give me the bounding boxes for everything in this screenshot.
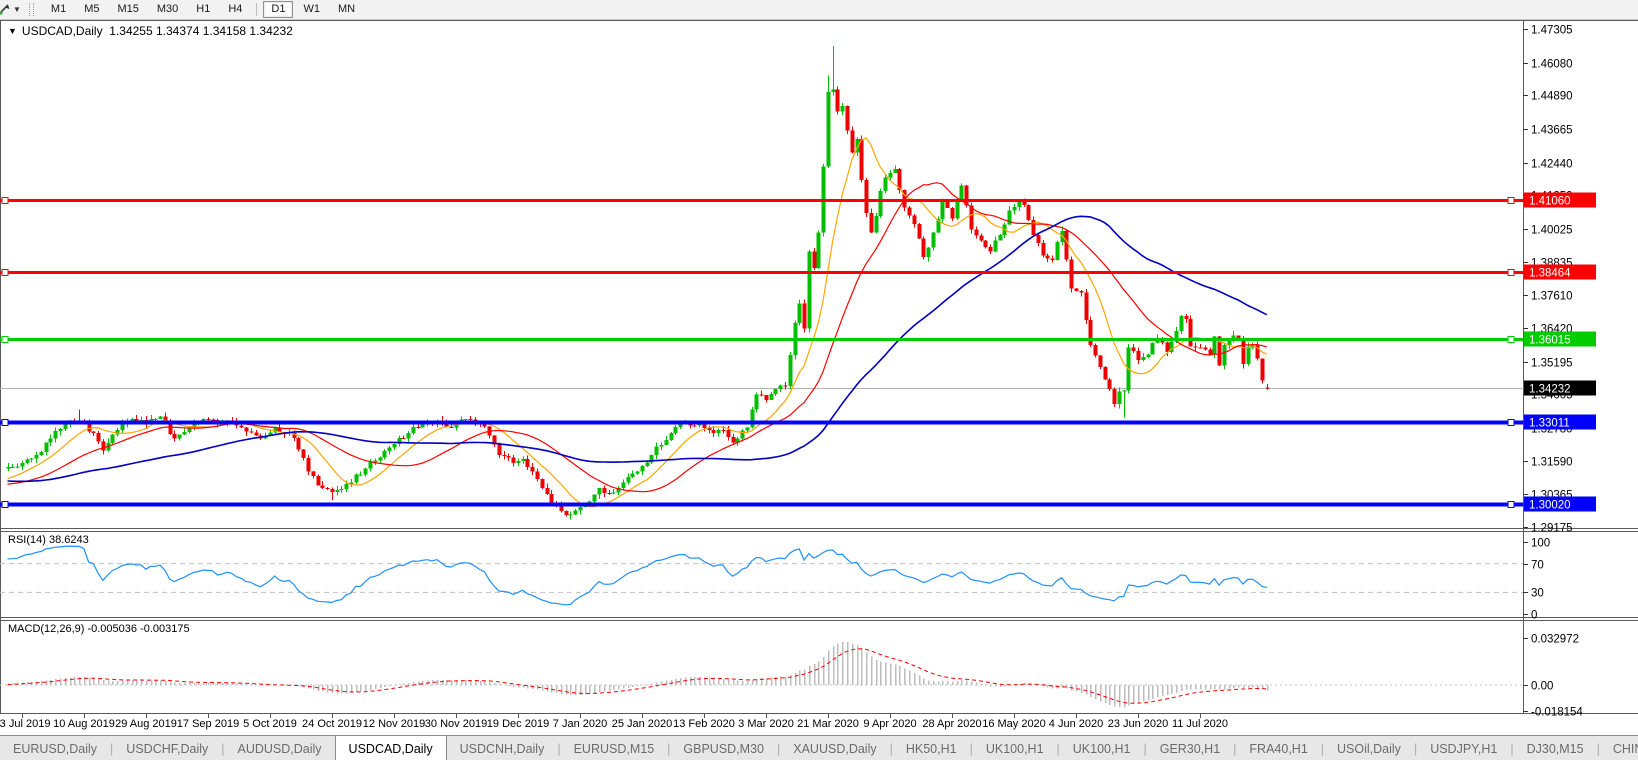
date-label: 28 Apr 2020 [922,718,982,730]
price-tick-label: 1.29175 [1531,523,1573,535]
date-label: 3 Mar 2020 [738,718,794,730]
date-label: 5 Oct 2019 [243,718,297,730]
chart-tab-bar: EURUSD,Daily | USDCHF,Daily | AUDUSD,Daily US… [0,735,1638,760]
macd-tick-label: 0.00 [1531,681,1553,693]
chart-tab-eurusd-m15[interactable]: EURUSD,M15 [561,736,668,760]
chart-tab-ger30-h1[interactable]: GER30,H1 [1147,736,1233,760]
mt4-window: { "toolbar": { "timeframes": ["M1","M5",… [0,0,1638,760]
macd-tick-label: 0.032972 [1531,634,1579,646]
chart-canvas[interactable]: 1.473051.460801.448901.436651.424401.412… [0,0,1638,760]
date-label: 12 Nov 2019 [362,718,426,730]
rsi-line [7,545,1267,606]
rsi-tick-label: 70 [1531,560,1544,572]
svg-text:1.34232: 1.34232 [1529,384,1571,396]
chart-tab-uk100-h1[interactable]: UK100,H1 [973,736,1057,760]
chart-tab-china300-h4[interactable]: CHINA300,H4 [1600,736,1638,760]
date-label: 10 Aug 2019 [53,718,115,730]
chart-plot-area[interactable] [1,21,1522,527]
chart-tab-hk50-h1[interactable]: HK50,H1 [893,736,970,760]
chart-tab-gbpusd-m30[interactable]: GBPUSD,M30 [670,736,777,760]
chart-tab-usdjpy-h1[interactable]: USDJPY,H1 [1417,736,1510,760]
chart-tab-dj30-m15[interactable]: DJ30,M15 [1514,736,1597,760]
rsi-tick-label: 0 [1531,610,1537,622]
chart-title: ▼ USDCAD,Daily 1.34255 1.34374 1.34158 1.… [8,24,293,38]
rsi-indicator-label: RSI(14) 38.6243 [8,534,89,546]
price-tick-label: 1.31590 [1531,457,1573,469]
chart-tab-xauusd-daily[interactable]: XAUUSD,Daily [780,736,889,760]
chart-symbol: USDCAD,Daily [21,24,103,38]
price-line-label: 1.38464 [1529,268,1571,280]
chart-tab-usoil-daily[interactable]: USOil,Daily [1324,736,1414,760]
date-label: 11 Jul 2020 [1171,718,1229,730]
date-label: 30 Nov 2019 [424,718,488,730]
date-label: 7 Jan 2020 [552,718,608,730]
macd-signal-line [7,648,1267,704]
rsi-tick-label: 100 [1531,538,1550,550]
date-label: 16 May 2020 [982,718,1046,730]
rsi-levels [0,563,1523,593]
chart-tab-usdcad-daily[interactable]: USDCAD,Daily [334,735,447,760]
chart-ohlc-values: 1.34255 1.34374 1.34158 1.34232 [109,24,293,38]
date-label: 9 Apr 2020 [863,718,917,730]
date-label: 4 Jun 2020 [1048,718,1104,730]
date-label: 13 Feb 2020 [673,718,735,730]
chart-tab-fra40-h1[interactable]: FRA40,H1 [1236,736,1320,760]
price-tick-label: 1.42440 [1531,159,1573,171]
chart-tab-usdcnh-daily[interactable]: USDCNH,Daily [447,736,558,760]
chart-tab-eurusd-daily[interactable]: EURUSD,Daily [0,736,110,760]
price-tick-label: 1.37610 [1531,291,1573,303]
price-line-label: 1.33011 [1529,418,1570,430]
date-label: 29 Aug 2019 [115,718,177,730]
price-line-label: 1.41060 [1529,196,1571,208]
chart-tab-audusd-daily[interactable]: AUDUSD,Daily [225,736,335,760]
rsi-tick-label: 30 [1531,588,1544,600]
price-tick-label: 1.46080 [1531,59,1573,71]
date-label: 23 Jun 2020 [1107,718,1169,730]
price-line-label: 1.30020 [1529,500,1571,512]
price-axis: 1.473051.460801.448901.436651.424401.412… [1523,25,1583,719]
price-tick-label: 1.35195 [1531,358,1573,370]
symbol-dropdown-icon[interactable]: ▼ [8,26,17,36]
date-label: 17 Sep 2019 [176,718,240,730]
date-label: 24 Oct 2019 [302,718,362,730]
chart-tab-uk100-h1[interactable]: UK100,H1 [1060,736,1144,760]
price-tick-label: 1.47305 [1531,25,1573,37]
price-line-label: 1.36015 [1529,335,1571,347]
price-tick-label: 1.40025 [1531,225,1573,237]
macd-histogram [7,641,1269,708]
date-label: 19 Dec 2019 [486,718,550,730]
date-label: 21 Mar 2020 [797,718,859,730]
macd-indicator-label: MACD(12,26,9) -0.005036 -0.003175 [8,623,190,635]
date-label: 25 Jan 2020 [611,718,673,730]
price-tick-label: 1.44890 [1531,91,1573,103]
current-price-label: 1.34232 [1524,380,1596,396]
date-label: 23 Jul 2019 [0,718,51,730]
date-axis: 23 Jul 201910 Aug 201929 Aug 201917 Sep … [0,714,1638,734]
chart-tab-usdchf-daily[interactable]: USDCHF,Daily [113,736,221,760]
price-tick-label: 1.43665 [1531,125,1573,137]
